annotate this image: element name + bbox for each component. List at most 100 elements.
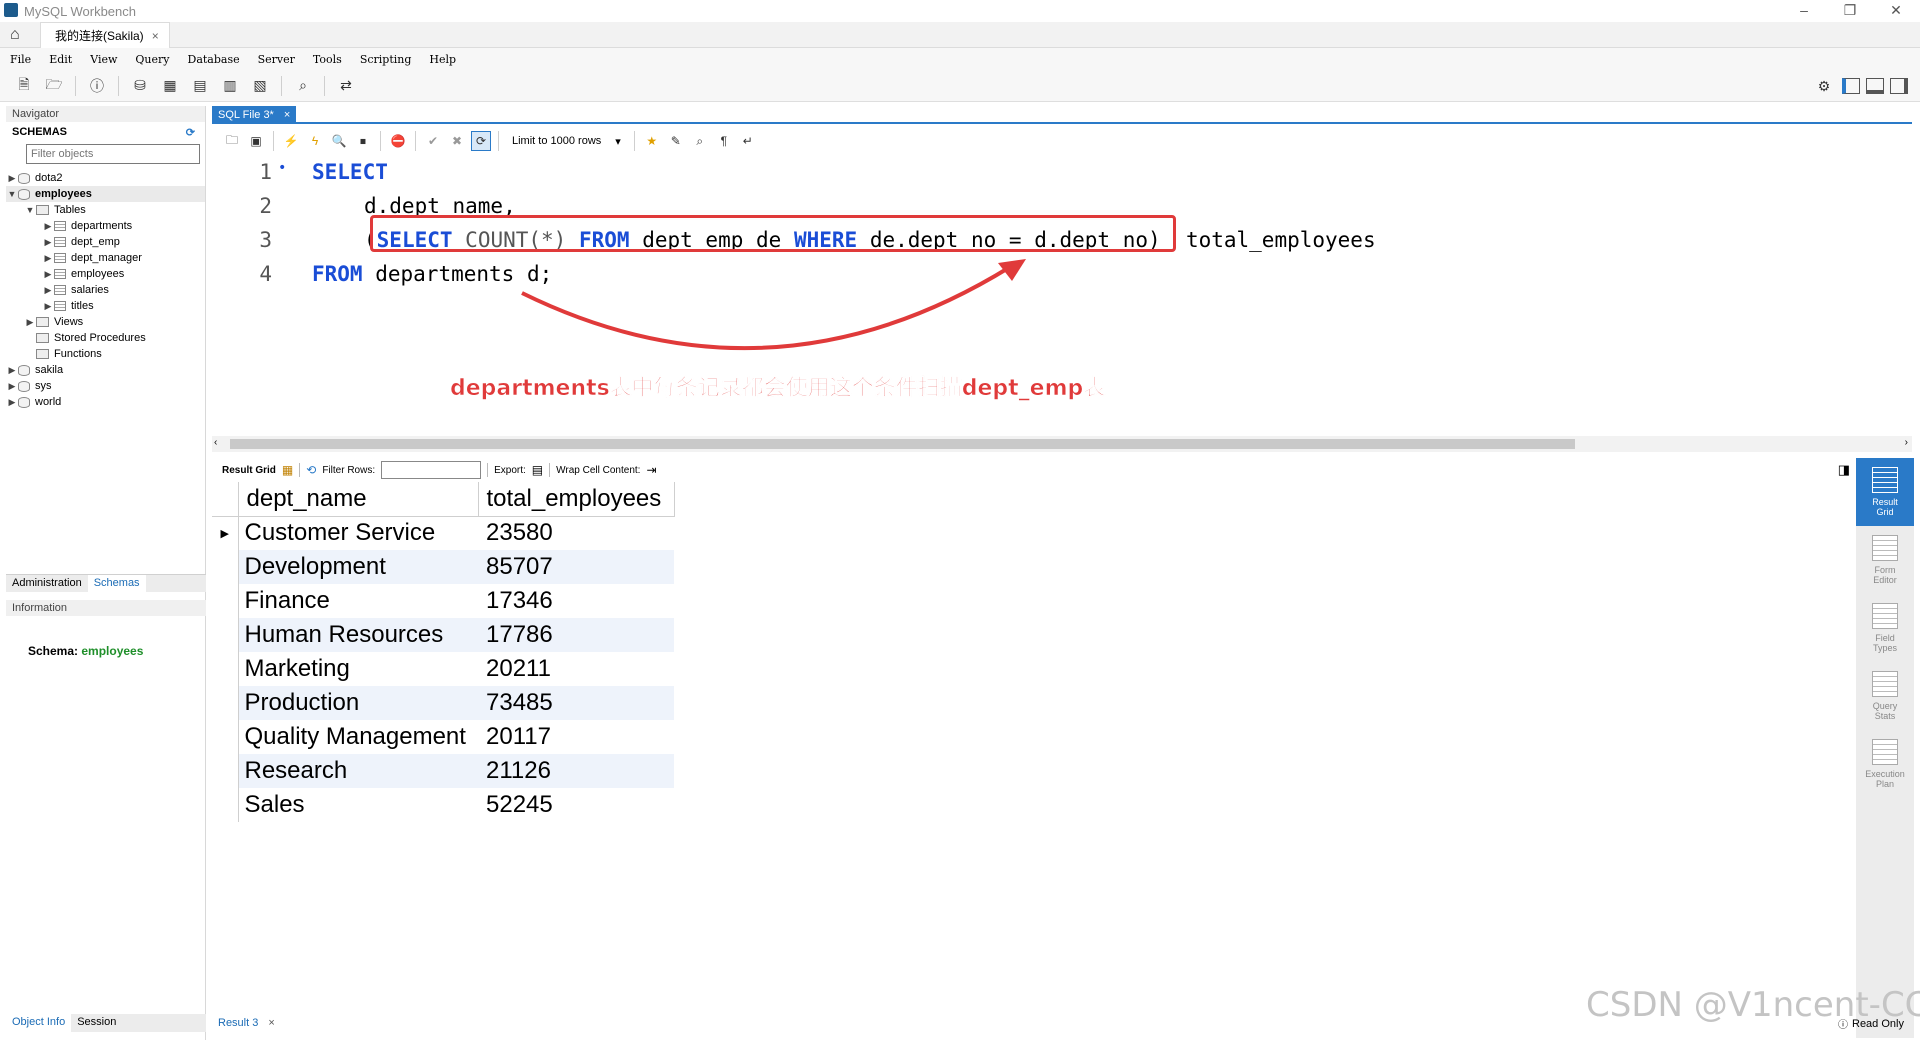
table-row[interactable]: Sales 52245: [212, 788, 674, 822]
connection-tab-close-icon[interactable]: ×: [152, 29, 159, 43]
cell[interactable]: 23580: [478, 516, 674, 550]
wrap-content-icon[interactable]: ⇥: [646, 463, 656, 477]
home-icon[interactable]: ⌂: [10, 26, 32, 44]
cell[interactable]: 20211: [478, 652, 674, 686]
find-icon[interactable]: ⌕: [690, 131, 710, 151]
create-view-icon[interactable]: ▤: [188, 75, 212, 97]
result-tab-close-icon[interactable]: ×: [268, 1017, 274, 1029]
filter-rows-input[interactable]: [381, 461, 482, 479]
editor-horizontal-scrollbar[interactable]: ‹ ›: [212, 436, 1912, 452]
schema-item-sys[interactable]: ▶ sys: [6, 378, 205, 394]
table-row[interactable]: Human Resources 17786: [212, 618, 674, 652]
table-item-employees[interactable]: ▶ employees: [6, 266, 205, 282]
result-tab[interactable]: Result 3 ×: [212, 1014, 292, 1032]
schema-item-employees[interactable]: ▼ employees: [6, 186, 205, 202]
autocommit-icon[interactable]: ⟳: [471, 131, 491, 151]
scrollbar-thumb[interactable]: [230, 439, 1575, 449]
cell[interactable]: 20117: [478, 720, 674, 754]
field-types-button[interactable]: Field Types: [1856, 594, 1914, 662]
cell[interactable]: Human Resources: [238, 618, 478, 652]
table-item-dept-manager[interactable]: ▶ dept_manager: [6, 250, 205, 266]
close-icon[interactable]: ✕: [1884, 2, 1908, 20]
result-grid-view-button[interactable]: Result Grid: [1856, 458, 1914, 526]
table-row[interactable]: Finance 17346: [212, 584, 674, 618]
table-item-dept-emp[interactable]: ▶ dept_emp: [6, 234, 205, 250]
cell[interactable]: 52245: [478, 788, 674, 822]
cell[interactable]: Development: [238, 550, 478, 584]
views-folder[interactable]: ▶ Views: [6, 314, 205, 330]
new-sql-tab-icon[interactable]: 🗎: [12, 75, 36, 97]
cell[interactable]: 85707: [478, 550, 674, 584]
connection-tab[interactable]: 我的连接(Sakila) ×: [40, 22, 170, 48]
schema-item-world[interactable]: ▶ world: [6, 394, 205, 410]
filter-objects-input[interactable]: [26, 144, 200, 164]
toggle-panel-icon[interactable]: ◨: [1838, 462, 1850, 478]
reconnect-icon[interactable]: ⇄: [334, 75, 358, 97]
inspect-object-icon[interactable]: ⓘ: [85, 75, 109, 97]
limit-rows-select[interactable]: Limit to 1000 rows ▾: [506, 135, 627, 148]
table-row[interactable]: Quality Management 20117: [212, 720, 674, 754]
cell[interactable]: Customer Service: [238, 516, 478, 550]
toggle-bottom-panel-icon[interactable]: [1866, 78, 1884, 94]
execute-all-icon[interactable]: ⚡: [281, 131, 301, 151]
tab-session[interactable]: Session: [71, 1014, 122, 1032]
table-row[interactable]: Marketing 20211: [212, 652, 674, 686]
scroll-left-icon[interactable]: ‹: [214, 437, 217, 448]
cell[interactable]: 17346: [478, 584, 674, 618]
export-icon[interactable]: ▤: [532, 463, 543, 477]
menu-tools[interactable]: Tools: [311, 50, 344, 69]
menu-scripting[interactable]: Scripting: [358, 50, 414, 69]
expand-icon[interactable]: ▶: [24, 317, 36, 328]
save-icon[interactable]: ▣: [246, 131, 266, 151]
table-item-titles[interactable]: ▶ titles: [6, 298, 205, 314]
form-editor-button[interactable]: Form Editor: [1856, 526, 1914, 594]
cell[interactable]: Production: [238, 686, 478, 720]
result-grid-label[interactable]: Result Grid: [222, 465, 276, 476]
expand-icon[interactable]: ▶: [42, 285, 54, 296]
refresh-schemas-icon[interactable]: ⟳: [186, 126, 195, 139]
create-table-icon[interactable]: ▦: [158, 75, 182, 97]
restore-icon[interactable]: ❐: [1838, 2, 1862, 20]
table-row[interactable]: ▶ Customer Service 23580: [212, 516, 674, 550]
menu-server[interactable]: Server: [256, 50, 297, 69]
commit-icon[interactable]: ✔: [423, 131, 443, 151]
query-stats-button[interactable]: Query Stats: [1856, 662, 1914, 730]
menu-view[interactable]: View: [88, 50, 119, 69]
cell[interactable]: Research: [238, 754, 478, 788]
collapse-icon[interactable]: ▼: [24, 205, 36, 215]
expand-icon[interactable]: ▶: [42, 221, 54, 232]
menu-edit[interactable]: Edit: [47, 50, 74, 69]
cell[interactable]: Marketing: [238, 652, 478, 686]
cell[interactable]: Finance: [238, 584, 478, 618]
stop-icon[interactable]: ⏹: [353, 131, 373, 151]
create-procedure-icon[interactable]: ▥: [218, 75, 242, 97]
stop-on-error-icon[interactable]: ⛔: [388, 131, 408, 151]
expand-icon[interactable]: ▶: [6, 173, 18, 184]
expand-icon[interactable]: ▶: [42, 253, 54, 264]
expand-icon[interactable]: ▶: [6, 381, 18, 392]
toggle-right-panel-icon[interactable]: [1890, 78, 1908, 94]
wrap-lines-icon[interactable]: ↵: [738, 131, 758, 151]
expand-icon[interactable]: ▶: [6, 397, 18, 408]
schema-item-dota2[interactable]: ▶ dota2: [6, 170, 205, 186]
sql-tab-close-icon[interactable]: ×: [284, 109, 290, 121]
create-schema-icon[interactable]: ⛁: [128, 75, 152, 97]
open-sql-script-icon[interactable]: 🗁: [42, 75, 66, 97]
cell[interactable]: Sales: [238, 788, 478, 822]
cell[interactable]: 73485: [478, 686, 674, 720]
sql-file-tab[interactable]: SQL File 3* ×: [212, 106, 297, 124]
collapse-icon[interactable]: ▼: [6, 189, 18, 199]
minimize-icon[interactable]: –: [1792, 2, 1816, 20]
stored-procedures-folder[interactable]: Stored Procedures: [6, 330, 205, 346]
create-function-icon[interactable]: ▧: [248, 75, 272, 97]
column-header[interactable]: dept_name: [238, 482, 479, 517]
schema-item-sakila[interactable]: ▶ sakila: [6, 362, 205, 378]
table-item-salaries[interactable]: ▶ salaries: [6, 282, 205, 298]
table-item-departments[interactable]: ▶ departments: [6, 218, 205, 234]
cell[interactable]: 21126: [478, 754, 674, 788]
table-row[interactable]: Research 21126: [212, 754, 674, 788]
menu-file[interactable]: File: [8, 50, 33, 69]
add-snippet-icon[interactable]: ★: [642, 131, 662, 151]
expand-icon[interactable]: ▶: [42, 237, 54, 248]
expand-icon[interactable]: ▶: [42, 269, 54, 280]
